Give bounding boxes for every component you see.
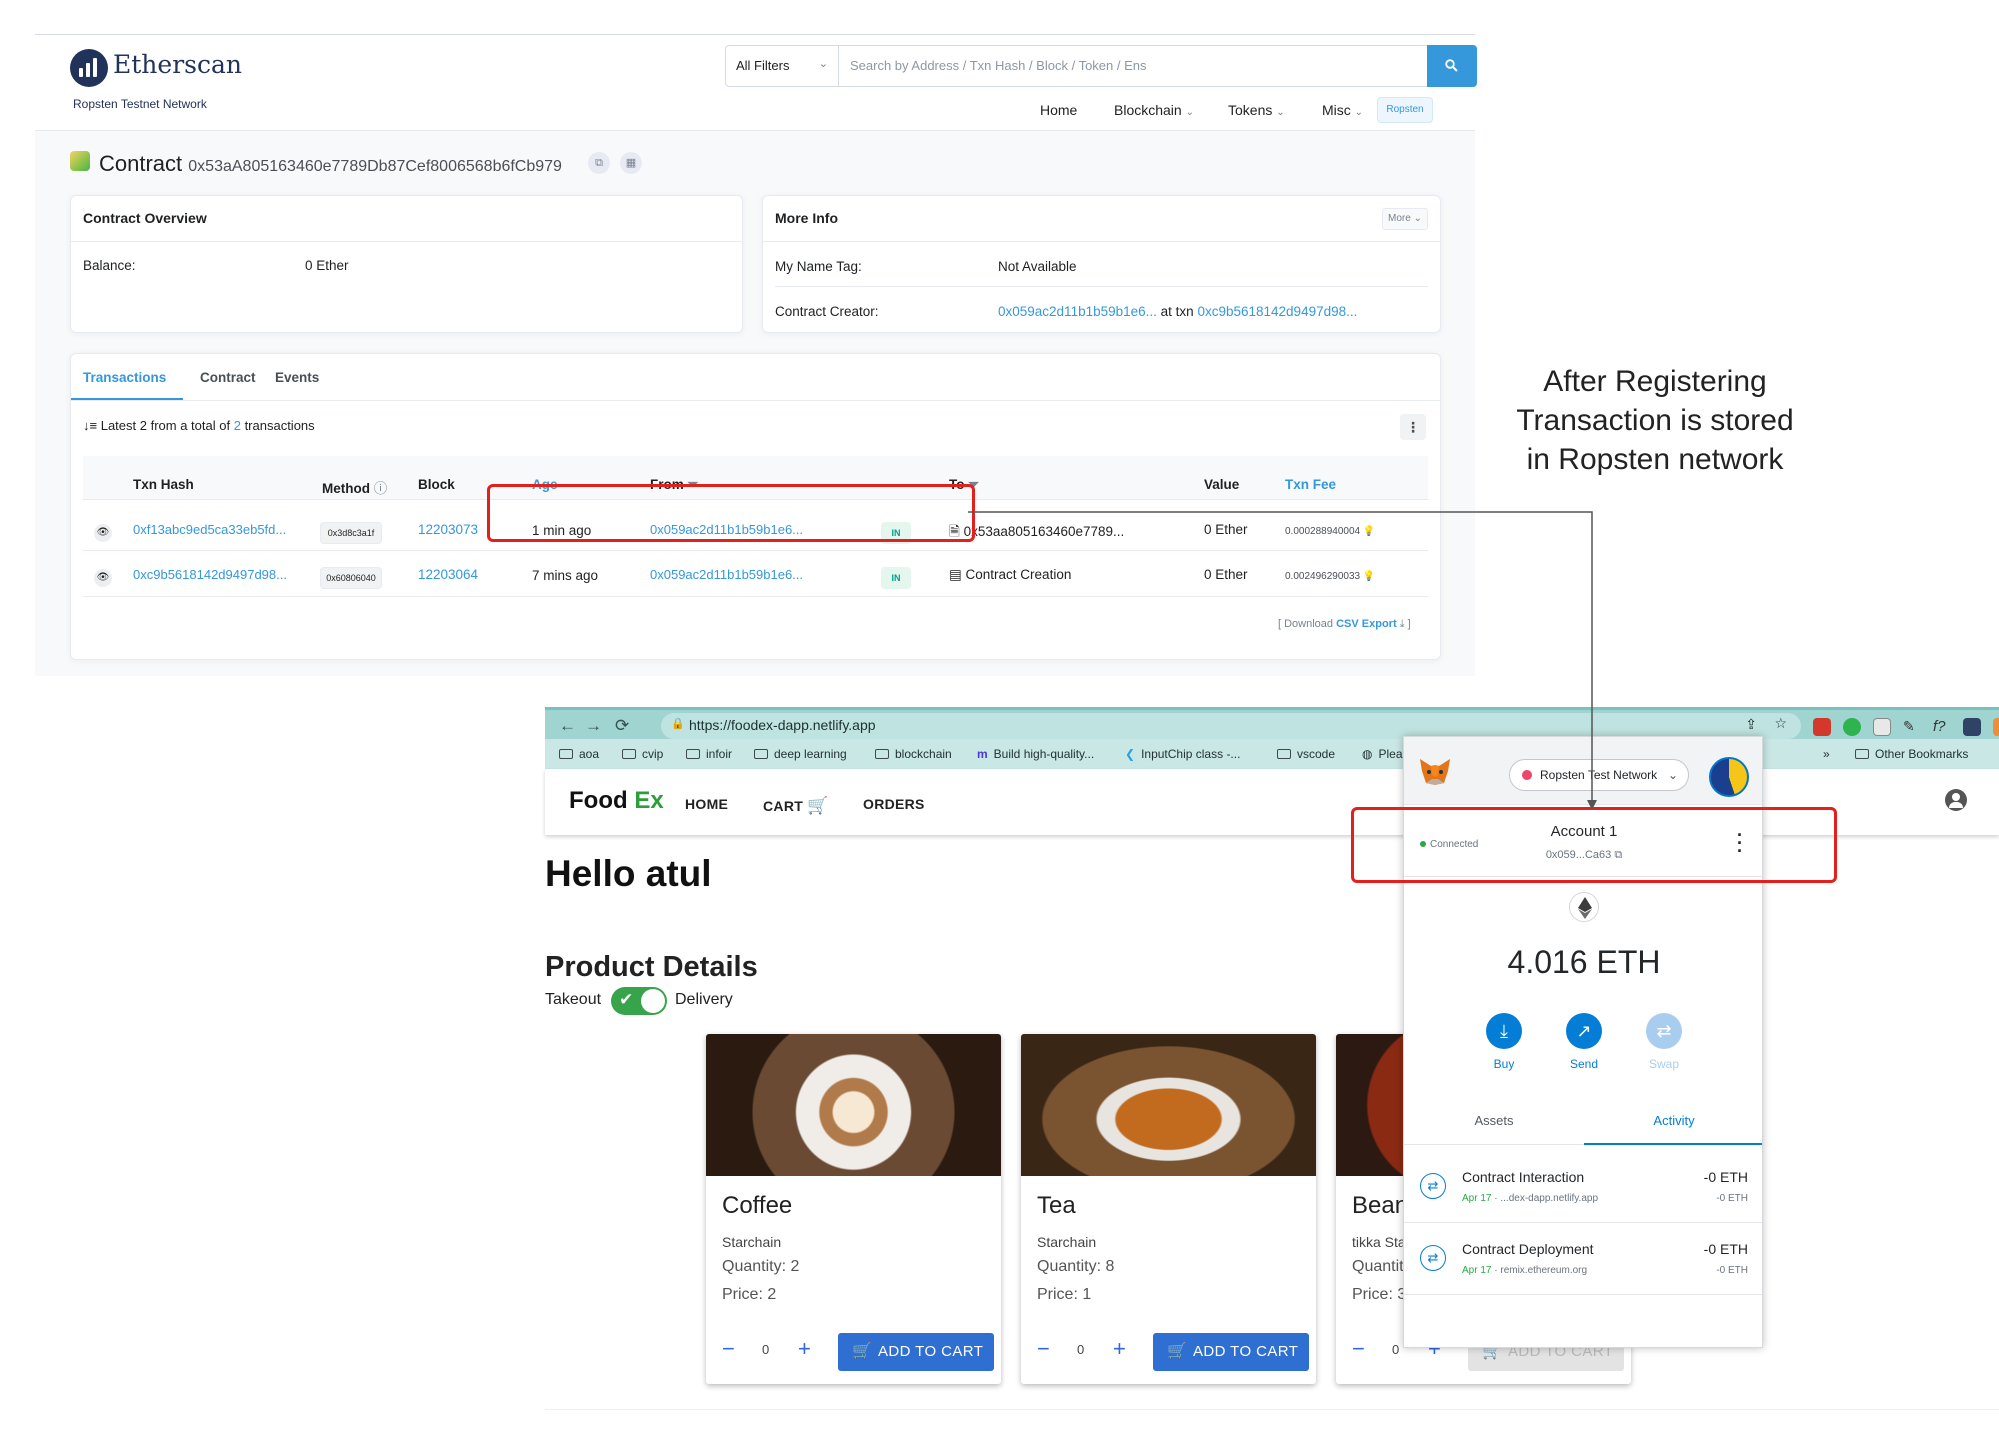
connector-arrow <box>968 511 1597 810</box>
